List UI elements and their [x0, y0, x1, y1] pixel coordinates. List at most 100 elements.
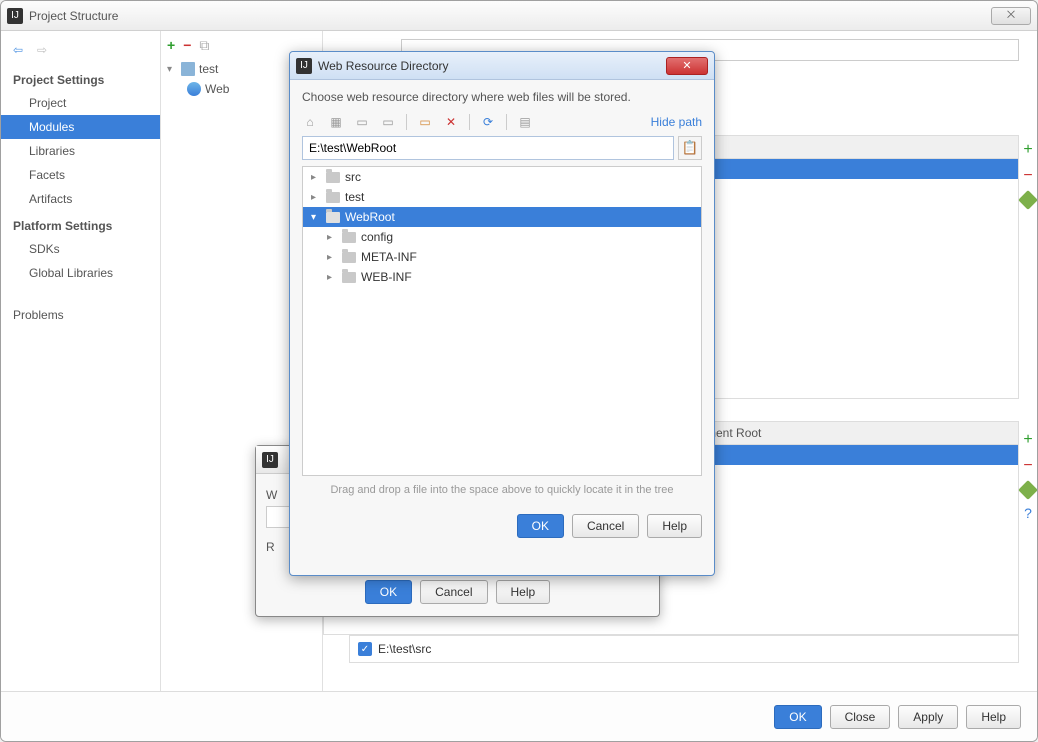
- chevron-right-icon: ▸: [311, 172, 321, 183]
- sidebar-section-project: Project Settings: [1, 65, 160, 91]
- toolbar-separator-1: [406, 114, 407, 130]
- wr-add-button[interactable]: +: [1023, 431, 1032, 449]
- chevron-right-icon: ▸: [311, 192, 321, 203]
- copy-module-button[interactable]: ⧉: [199, 37, 209, 54]
- app-icon: IJ: [7, 8, 23, 24]
- window-title: Project Structure: [29, 9, 991, 23]
- chevron-right-icon: ▸: [327, 252, 337, 263]
- wr-tree-test[interactable]: ▸ test: [303, 187, 701, 207]
- wr-path-input[interactable]: [302, 136, 674, 160]
- window-close-button[interactable]: ⨉: [991, 7, 1031, 25]
- main-apply-button[interactable]: Apply: [898, 705, 958, 729]
- remove-module-button[interactable]: −: [183, 37, 191, 53]
- sidebar-item-problems[interactable]: Problems: [1, 303, 160, 327]
- web-facet-icon: [187, 82, 201, 96]
- home-icon[interactable]: ⌂: [302, 114, 318, 130]
- wr-dialog-footer: OK Cancel Help: [290, 514, 714, 550]
- sidebar-item-modules[interactable]: Modules: [1, 115, 160, 139]
- wr-tree-meta[interactable]: ▸ META-INF: [303, 247, 701, 267]
- wr-edit-button[interactable]: [1018, 480, 1038, 500]
- sidebar-section-platform: Platform Settings: [1, 211, 160, 237]
- nav-back-button[interactable]: ⇦: [9, 41, 27, 59]
- wr-dialog-title: Web Resource Directory: [318, 59, 666, 73]
- desktop-icon[interactable]: ▦: [328, 114, 344, 130]
- wr-tree-config[interactable]: ▸ config: [303, 227, 701, 247]
- sidebar-item-artifacts[interactable]: Artifacts: [1, 187, 160, 211]
- module-icon-tb[interactable]: ▭: [380, 114, 396, 130]
- new-folder-icon[interactable]: ▭: [417, 114, 433, 130]
- dd-side-actions: + −: [1021, 135, 1035, 207]
- wr-dialog-description: Choose web resource directory where web …: [302, 90, 702, 104]
- chevron-down-icon: ▾: [167, 64, 177, 75]
- nav-forward-button[interactable]: ⇨: [33, 41, 51, 59]
- wr-help-button[interactable]: ?: [1024, 505, 1032, 521]
- source-roots-bar: ✓ E:\test\src: [349, 635, 1019, 663]
- main-footer: OK Close Apply Help: [1, 691, 1037, 741]
- wr-cancel-button[interactable]: Cancel: [572, 514, 639, 538]
- wr-tree-webroot[interactable]: ▾ WebRoot: [303, 207, 701, 227]
- sidebar-item-facets[interactable]: Facets: [1, 163, 160, 187]
- wr-dialog-titlebar: IJ Web Resource Directory ✕: [290, 52, 714, 80]
- inner-help-button[interactable]: Help: [496, 580, 551, 604]
- toolbar-separator-2: [469, 114, 470, 130]
- main-help-button[interactable]: Help: [966, 705, 1021, 729]
- sidebar-item-project[interactable]: Project: [1, 91, 160, 115]
- nav-history: ⇦ ⇨: [1, 35, 160, 65]
- inner-dialog-footer: OK Cancel Help: [256, 580, 659, 604]
- inner-dialog-icon: IJ: [262, 452, 278, 468]
- inner-cancel-button[interactable]: Cancel: [420, 580, 487, 604]
- toolbar-separator-3: [506, 114, 507, 130]
- inner-ok-button[interactable]: OK: [365, 580, 412, 604]
- wr-tree-src[interactable]: ▸ src: [303, 167, 701, 187]
- folder-icon: [326, 172, 340, 183]
- wr-dialog-toolbar: ⌂ ▦ ▭ ▭ ▭ ✕ ⟳ ▤ Hide path: [302, 114, 702, 130]
- wr-remove-button[interactable]: −: [1023, 457, 1032, 475]
- main-close-button[interactable]: Close: [830, 705, 891, 729]
- wr-side-actions: + − ?: [1021, 425, 1035, 521]
- tree-label-web: Web: [205, 82, 229, 96]
- folder-icon: [326, 192, 340, 203]
- wr-drag-hint: Drag and drop a file into the space abov…: [302, 476, 702, 504]
- folder-icon: [342, 272, 356, 283]
- wr-dialog-body: Choose web resource directory where web …: [290, 80, 714, 514]
- project-icon[interactable]: ▭: [354, 114, 370, 130]
- add-module-button[interactable]: +: [167, 37, 175, 53]
- delete-icon[interactable]: ✕: [443, 114, 459, 130]
- wr-dialog-close-button[interactable]: ✕: [666, 57, 708, 75]
- hide-path-link[interactable]: Hide path: [651, 115, 702, 129]
- show-hidden-icon[interactable]: ▤: [517, 114, 533, 130]
- folder-icon: [342, 252, 356, 263]
- chevron-right-icon: ▸: [327, 272, 337, 283]
- wr-tree-label-src: src: [345, 170, 361, 184]
- sidebar-item-sdks[interactable]: SDKs: [1, 237, 160, 261]
- folder-icon: [342, 232, 356, 243]
- dd-add-button[interactable]: +: [1023, 141, 1032, 159]
- chevron-down-icon: ▾: [311, 212, 321, 223]
- sidebar-item-libraries[interactable]: Libraries: [1, 139, 160, 163]
- source-label: E:\test\src: [378, 642, 431, 656]
- chevron-right-icon: ▸: [327, 232, 337, 243]
- refresh-icon[interactable]: ⟳: [480, 114, 496, 130]
- wr-tree[interactable]: ▸ src ▸ test ▾ WebRoot ▸ config ▸ META-INF ▸ W…: [302, 166, 702, 476]
- titlebar: IJ Project Structure ⨉: [1, 1, 1037, 31]
- sidebar-item-global-libraries[interactable]: Global Libraries: [1, 261, 160, 285]
- wr-help-button[interactable]: Help: [647, 514, 702, 538]
- wr-history-button[interactable]: 📋: [678, 136, 702, 160]
- tree-label-test: test: [199, 62, 218, 76]
- wr-tree-label-meta: META-INF: [361, 250, 417, 264]
- source-checkbox[interactable]: ✓: [358, 642, 372, 656]
- module-icon: [181, 62, 195, 76]
- wr-tree-label-config: config: [361, 230, 393, 244]
- web-resource-dialog: IJ Web Resource Directory ✕ Choose web r…: [289, 51, 715, 576]
- wr-ok-button[interactable]: OK: [517, 514, 564, 538]
- wr-tree-label-web: WEB-INF: [361, 270, 412, 284]
- folder-icon: [326, 212, 340, 223]
- dd-remove-button[interactable]: −: [1023, 167, 1032, 185]
- wr-tree-label-webroot: WebRoot: [345, 210, 395, 224]
- wr-tree-label-test: test: [345, 190, 364, 204]
- wr-tree-web[interactable]: ▸ WEB-INF: [303, 267, 701, 287]
- sidebar: ⇦ ⇨ Project Settings Project Modules Lib…: [1, 31, 161, 691]
- wr-path-row: 📋: [302, 136, 702, 160]
- dd-edit-button[interactable]: [1018, 190, 1038, 210]
- main-ok-button[interactable]: OK: [774, 705, 821, 729]
